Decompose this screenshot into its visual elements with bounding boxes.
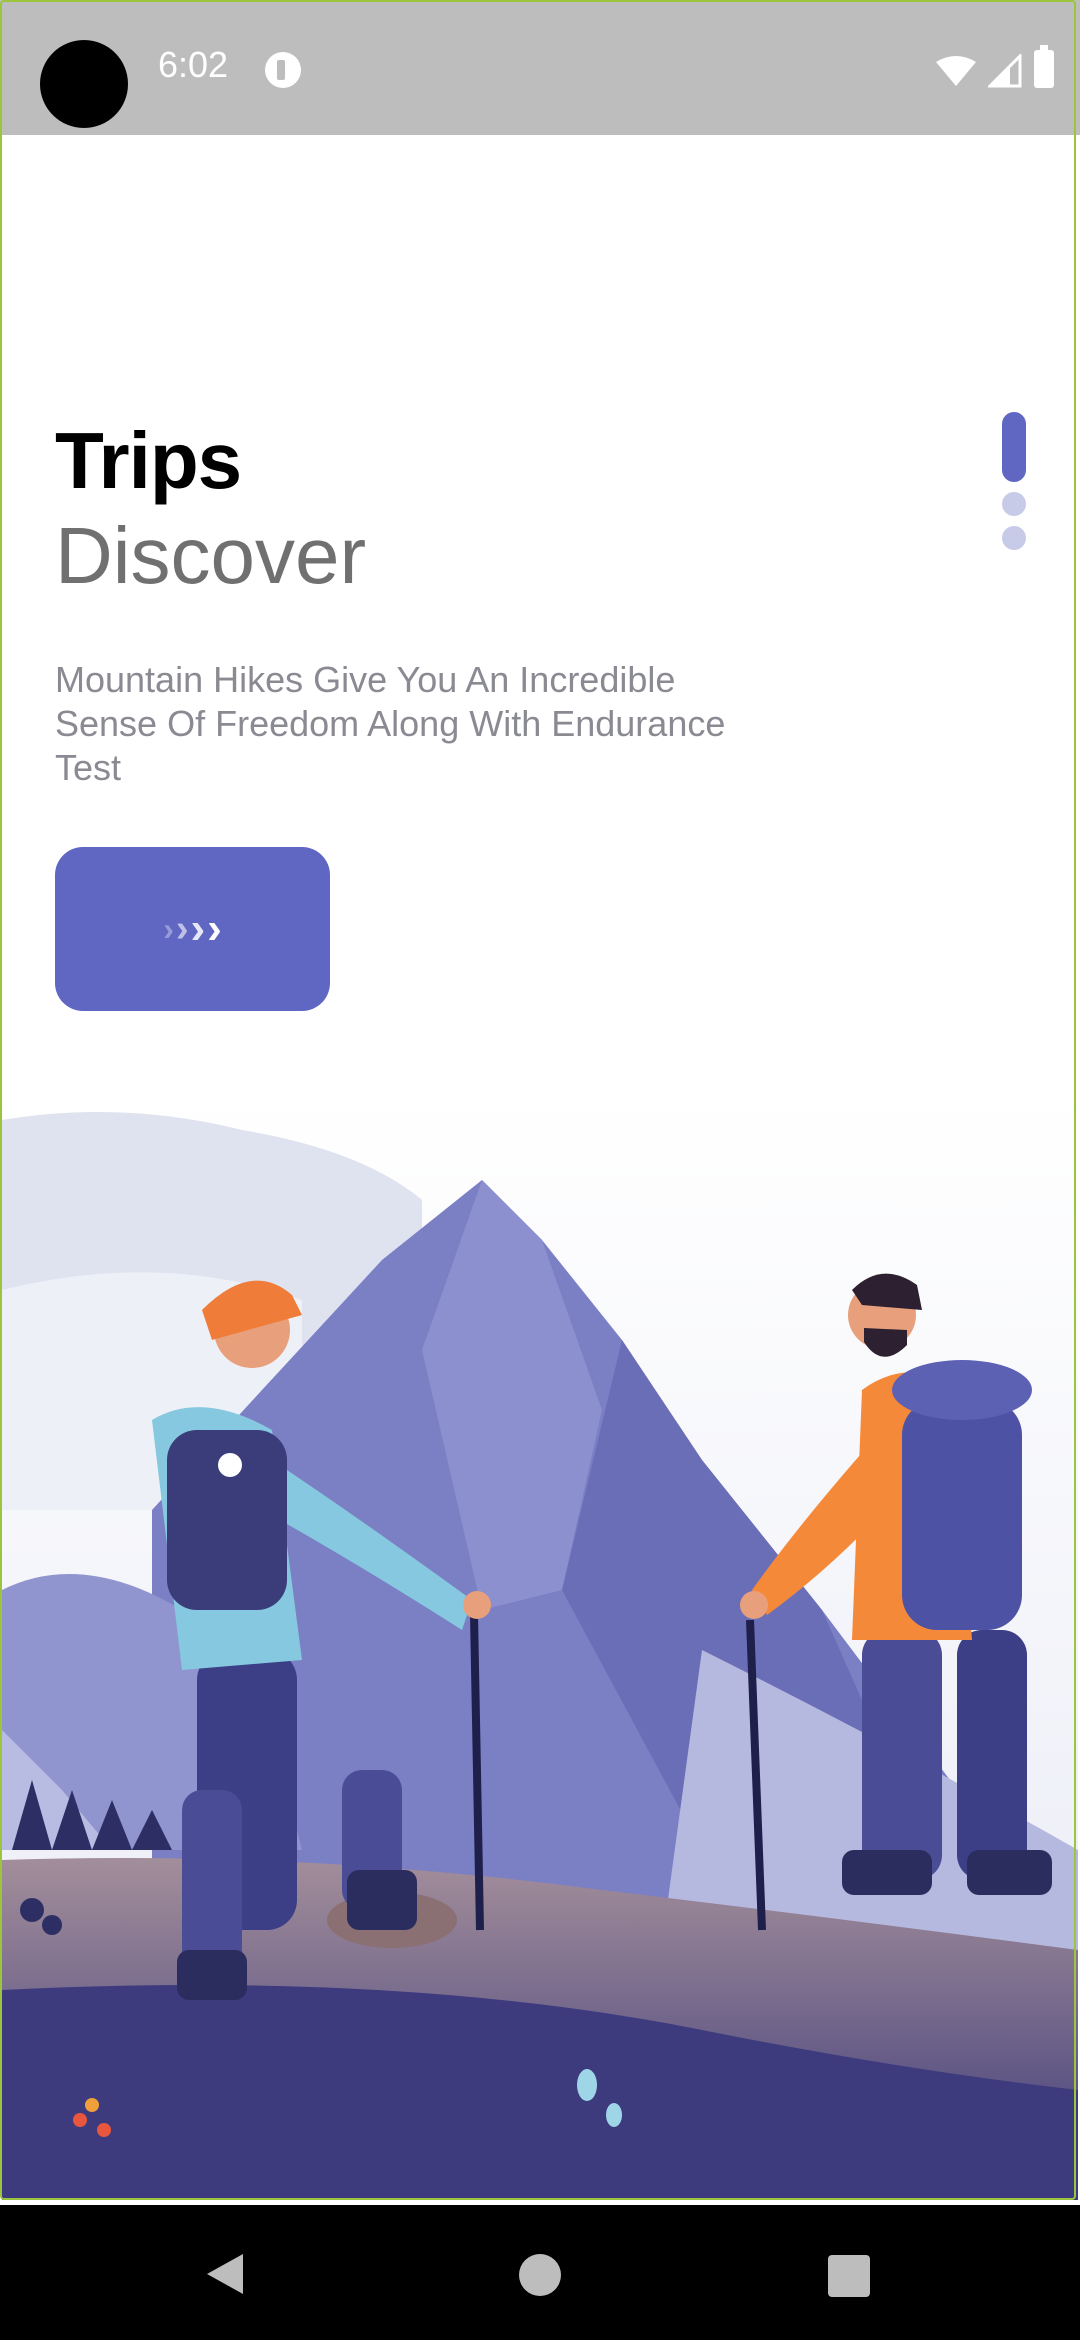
hikers-mountain-illustration <box>2 1090 1078 2200</box>
page-dot-active[interactable] <box>1002 412 1026 482</box>
page-subtitle: Discover <box>55 511 367 600</box>
recents-icon[interactable] <box>828 2255 870 2297</box>
battery-icon <box>1034 45 1054 88</box>
home-icon[interactable] <box>519 2254 561 2296</box>
wifi-icon <box>936 56 976 86</box>
back-icon[interactable] <box>203 2252 247 2296</box>
status-bar: 6:02 <box>0 0 1080 135</box>
app-notification-icon <box>265 52 301 88</box>
page-dot[interactable] <box>1002 526 1026 550</box>
page-indicator <box>1002 412 1026 560</box>
page-title: Trips <box>55 416 242 505</box>
status-time: 6:02 <box>158 44 229 85</box>
page-dot[interactable] <box>1002 492 1026 516</box>
signal-icon <box>988 54 1022 88</box>
page-description: Mountain Hikes Give You An Incredible Se… <box>55 659 726 788</box>
next-button[interactable]: › › › › <box>55 847 330 1011</box>
chevrons-right-icon: › › › › <box>163 904 222 953</box>
camera-cutout-icon <box>40 40 128 128</box>
